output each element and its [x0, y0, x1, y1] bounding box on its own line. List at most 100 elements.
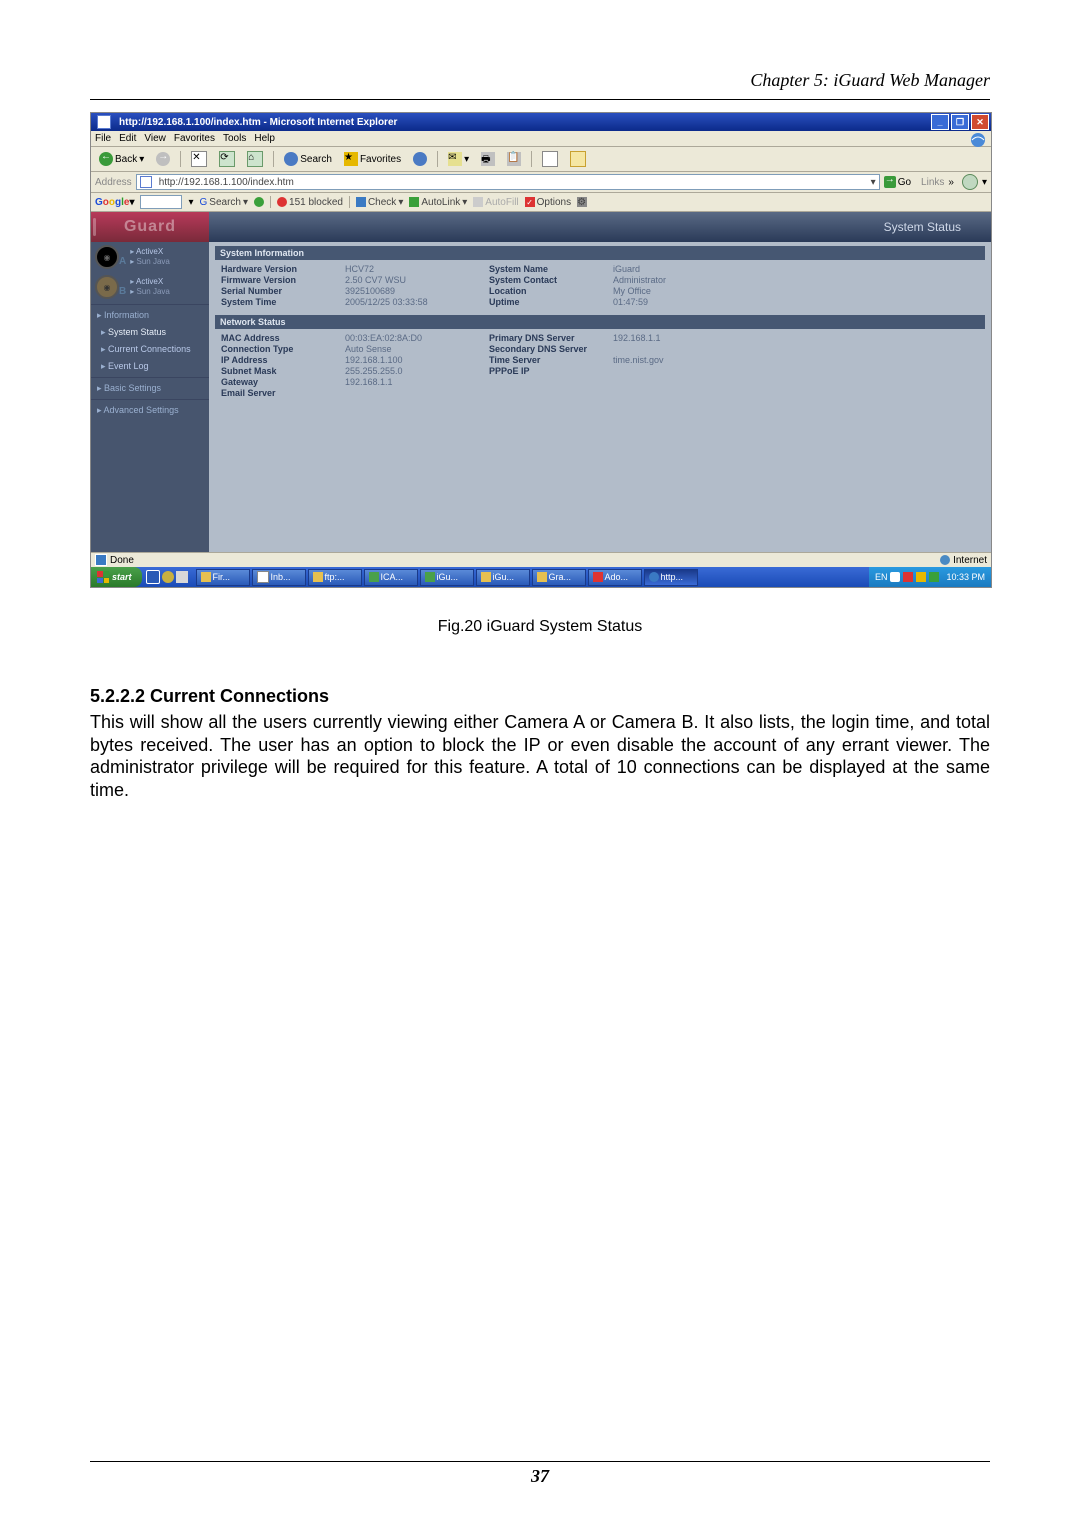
google-autofill[interactable]: AutoFill — [473, 197, 518, 208]
tray-volume-icon[interactable] — [890, 572, 900, 582]
quick-launch-app-icon[interactable] — [176, 571, 188, 583]
check-abc-icon — [356, 197, 366, 207]
links-chevron[interactable]: » — [948, 177, 954, 188]
camera-a-activex-link[interactable]: ActiveX — [130, 247, 170, 257]
menu-help[interactable]: Help — [254, 133, 275, 144]
email-server-label: Email Server — [221, 388, 341, 398]
tray-shield-icon[interactable] — [916, 572, 926, 582]
tray-network-icon[interactable] — [929, 572, 939, 582]
google-search-input[interactable] — [140, 195, 182, 209]
favorites-button[interactable]: ★ Favorites — [340, 150, 405, 168]
quick-launch-desktop-icon[interactable] — [146, 570, 160, 584]
google-search-button[interactable]: G Search ▾ — [200, 197, 249, 208]
options-icon: ✓ — [525, 197, 535, 207]
pdns-label: Primary DNS Server — [489, 333, 609, 343]
iguard-logo: Guard — [91, 212, 209, 242]
ie-logo-icon — [969, 131, 987, 149]
dropdown-icon[interactable]: ▾ — [982, 177, 987, 188]
refresh-button[interactable]: ⟳ — [215, 149, 239, 169]
search-button[interactable]: Search — [280, 150, 336, 168]
task-button-active[interactable]: http... — [644, 569, 698, 586]
task-button[interactable]: Ado... — [588, 569, 642, 586]
toolbar-separator — [180, 151, 181, 167]
tray-lang[interactable]: EN — [875, 572, 888, 582]
close-button[interactable]: ✕ — [971, 114, 989, 130]
forward-arrow-icon — [156, 152, 170, 166]
start-button[interactable]: start — [91, 567, 142, 587]
back-button[interactable]: Back ▾ — [95, 150, 148, 168]
fw-version-value: 2.50 CV7 WSU — [345, 275, 485, 285]
stop-button[interactable]: ✕ — [187, 149, 211, 169]
doc-button[interactable] — [566, 149, 590, 169]
media-button[interactable] — [409, 150, 431, 168]
dropdown-icon[interactable]: ▾ — [188, 197, 193, 208]
network-status-header: Network Status — [215, 315, 985, 329]
camera-b-sunjava-link[interactable]: Sun Java — [130, 287, 170, 297]
sidebar-current-connections[interactable]: Current Connections — [91, 341, 209, 358]
google-search-label: Search — [209, 197, 241, 208]
sidebar-system-status[interactable]: System Status — [91, 324, 209, 341]
menu-view[interactable]: View — [144, 133, 166, 144]
google-options[interactable]: ✓Options — [525, 197, 571, 208]
history-button[interactable]: ✉▾ — [444, 150, 473, 168]
separator — [349, 196, 350, 208]
google-autolink[interactable]: AutoLink ▾ — [409, 197, 467, 208]
google-settings[interactable]: ⚙ — [577, 197, 587, 207]
folder-icon — [537, 572, 547, 582]
home-button[interactable]: ⌂ — [243, 149, 267, 169]
maximize-button[interactable]: ❐ — [951, 114, 969, 130]
google-check[interactable]: Check ▾ — [356, 197, 403, 208]
task-label: Fir... — [213, 572, 231, 582]
task-button[interactable]: Inb... — [252, 569, 306, 586]
task-button[interactable]: Fir... — [196, 569, 250, 586]
forward-button[interactable] — [152, 150, 174, 168]
google-pagerank[interactable] — [254, 197, 264, 207]
menu-favorites[interactable]: Favorites — [174, 133, 215, 144]
header-rule — [90, 99, 990, 100]
task-button[interactable]: ftp:... — [308, 569, 362, 586]
google-blocked[interactable]: 151 blocked — [277, 197, 343, 208]
start-label: start — [112, 572, 132, 582]
camera-a-sunjava-link[interactable]: Sun Java — [130, 257, 170, 267]
pagerank-icon — [254, 197, 264, 207]
sidebar-basic-settings[interactable]: Basic Settings — [91, 380, 209, 397]
sidebar-camera-b: ◉ B ActiveX Sun Java — [91, 272, 209, 302]
menu-tools[interactable]: Tools — [223, 133, 246, 144]
ie-icon — [649, 572, 659, 582]
task-button[interactable]: ICA... — [364, 569, 418, 586]
section-heading: 5.2.2.2 Current Connections — [90, 686, 990, 707]
minimize-button[interactable]: _ — [931, 114, 949, 130]
quick-launch-ie-icon[interactable] — [162, 571, 174, 583]
go-button[interactable]: Go — [884, 176, 911, 188]
address-field[interactable]: http://192.168.1.100/index.htm ▾ — [136, 174, 880, 190]
clipboard-button[interactable]: 📋 — [503, 150, 525, 168]
camera-b-letter: B — [119, 286, 126, 297]
dropdown-icon[interactable]: ▾ — [871, 177, 876, 188]
sidebar-advanced-settings[interactable]: Advanced Settings — [91, 402, 209, 419]
autolink-label: AutoLink — [421, 197, 460, 208]
task-button[interactable]: iGu... — [476, 569, 530, 586]
windows-logo-icon — [97, 571, 109, 583]
camera-b-activex-link[interactable]: ActiveX — [130, 277, 170, 287]
uptime-value: 01:47:59 — [613, 297, 713, 307]
task-button[interactable]: iGu... — [420, 569, 474, 586]
task-button[interactable]: Gra... — [532, 569, 586, 586]
print-button[interactable]: 🖶 — [477, 150, 499, 168]
tray-red-icon[interactable] — [903, 572, 913, 582]
globe-icon[interactable] — [962, 174, 978, 190]
task-label: ICA... — [381, 572, 404, 582]
menu-file[interactable]: File — [95, 133, 111, 144]
location-value: My Office — [613, 286, 713, 296]
toolbar-separator — [437, 151, 438, 167]
window-controls: _ ❐ ✕ — [929, 114, 989, 130]
star-icon: ★ — [344, 152, 358, 166]
sidebar-information[interactable]: Information — [91, 307, 209, 324]
tray-clock[interactable]: 10:33 PM — [946, 572, 985, 582]
edit-button[interactable] — [538, 149, 562, 169]
status-zone: Internet — [953, 555, 987, 566]
taskbar: start Fir... Inb... ftp:... ICA... iGu..… — [91, 567, 991, 587]
menu-edit[interactable]: Edit — [119, 133, 136, 144]
links-label[interactable]: Links — [921, 177, 944, 188]
dropdown-icon: ▾ — [464, 154, 469, 165]
sidebar-event-log[interactable]: Event Log — [91, 358, 209, 375]
